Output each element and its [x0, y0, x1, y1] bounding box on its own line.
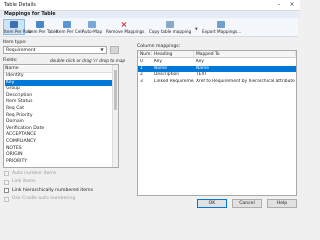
toolbar: Item Per Row Item Per Table Item Per Cel… — [2, 18, 298, 37]
help-button[interactable]: Help — [267, 199, 297, 208]
table-row[interactable]: 3 Linked RequirementsXref to Requirement … — [138, 79, 296, 86]
cell-mapped: Xref to Requirement by hierarchical attr… — [196, 78, 295, 84]
column-header-heading[interactable]: Heading — [152, 51, 194, 58]
column-header-num[interactable]: Num — [138, 51, 152, 58]
column-header-mapped-to[interactable]: Mapped To — [194, 51, 296, 58]
cell-mapped: Name — [196, 65, 209, 71]
chevron-down-icon: ▼ — [100, 47, 104, 52]
column-mappings-grid[interactable]: Num Heading Mapped To 0 Key Key 1 Name Name 2 D… — [137, 50, 297, 196]
remove-icon: × — [120, 20, 128, 29]
checkbox-label: Auto number items — [12, 170, 57, 176]
table-cell-icon — [63, 21, 71, 28]
checkbox[interactable] — [4, 188, 9, 193]
ok-button[interactable]: OK — [197, 199, 227, 208]
fields-hint: double-click or drag 'n' drop to map — [50, 58, 126, 63]
column-mappings-label: Column mappings: — [137, 44, 181, 49]
field-item[interactable]: Group — [5, 86, 112, 92]
table-row-icon — [10, 21, 18, 28]
item-type-browse-button[interactable] — [110, 46, 119, 54]
scroll-thumb[interactable] — [114, 70, 117, 110]
field-item[interactable]: Item Status — [5, 99, 112, 105]
export-mappings-button[interactable]: Export Mappings... — [201, 19, 241, 35]
cell-mapped: Key — [196, 59, 204, 64]
remove-mappings-button[interactable]: × Remove Mappings — [105, 19, 144, 35]
chevron-down-icon[interactable]: ▼ — [195, 27, 198, 31]
field-item[interactable]: Req Cat — [5, 106, 112, 112]
cell-num: 0 — [140, 59, 143, 64]
field-item[interactable]: PRIORITY — [5, 159, 112, 165]
item-per-table-button[interactable]: Item Per Table — [27, 19, 58, 35]
checkbox-label: Link items — [12, 179, 36, 185]
cell-heading: Key — [154, 59, 162, 64]
checkbox[interactable] — [4, 179, 9, 185]
cell-heading: Name — [154, 65, 167, 71]
copy-icon — [166, 21, 174, 28]
title-bar: Table Details – × — [0, 0, 300, 11]
field-item[interactable]: Req Priority — [5, 113, 112, 119]
auto-map-icon — [88, 21, 96, 28]
item-per-row-button[interactable]: Item Per Row — [3, 19, 32, 35]
minimize-icon[interactable]: – — [274, 1, 284, 9]
checkbox[interactable] — [4, 171, 9, 176]
fields-list[interactable]: Name Identity Key Group Description Item Sta… — [3, 64, 119, 168]
window-title: Table Details — [4, 2, 36, 8]
item-type-label: Item type: — [3, 40, 27, 45]
table-row[interactable]: 0 Key Key — [138, 59, 296, 66]
table-row[interactable]: 2 Description TEXT — [138, 72, 296, 79]
section-title: Mappings for Table — [4, 12, 56, 17]
checkbox[interactable] — [4, 196, 9, 202]
close-icon[interactable]: × — [287, 1, 297, 9]
field-item[interactable]: Domain — [5, 119, 112, 125]
field-item[interactable]: NOTES — [5, 146, 112, 152]
cell-mapped: TEXT — [196, 72, 208, 78]
fields-scrollbar[interactable] — [112, 65, 118, 167]
fields-label: Fields: — [3, 58, 18, 63]
field-item[interactable]: Identity — [5, 73, 112, 79]
field-item[interactable]: ACCEPTANCE — [5, 132, 112, 138]
cell-heading: Description — [154, 72, 180, 78]
auto-map-button[interactable]: Auto-Map — [81, 19, 103, 35]
table-icon — [36, 21, 44, 28]
checkbox-label: Link hierarchically numbered items — [12, 187, 93, 193]
cell-heading: Linked Requirements — [154, 78, 194, 84]
section-header: Mappings for Table — [0, 11, 300, 18]
cell-num: 2 — [140, 72, 143, 78]
item-per-cell-button[interactable]: Item Per Cell — [55, 19, 83, 35]
field-item[interactable]: Key — [5, 79, 112, 86]
cell-num: 3 — [140, 78, 143, 84]
cell-num: 1 — [140, 65, 143, 71]
export-icon — [217, 21, 225, 28]
copy-table-mapping-button[interactable]: Copy table mapping — [145, 19, 195, 35]
item-type-select[interactable]: Requirement ▼ — [3, 46, 107, 54]
cancel-button[interactable]: Cancel — [232, 199, 262, 208]
field-item[interactable]: COMPLIANCY — [5, 139, 112, 145]
checkbox-label: Use Cradle auto numbering — [12, 196, 76, 202]
table-row[interactable]: 1 Name Name — [138, 65, 296, 73]
field-item[interactable]: ORIGIN — [5, 152, 112, 158]
